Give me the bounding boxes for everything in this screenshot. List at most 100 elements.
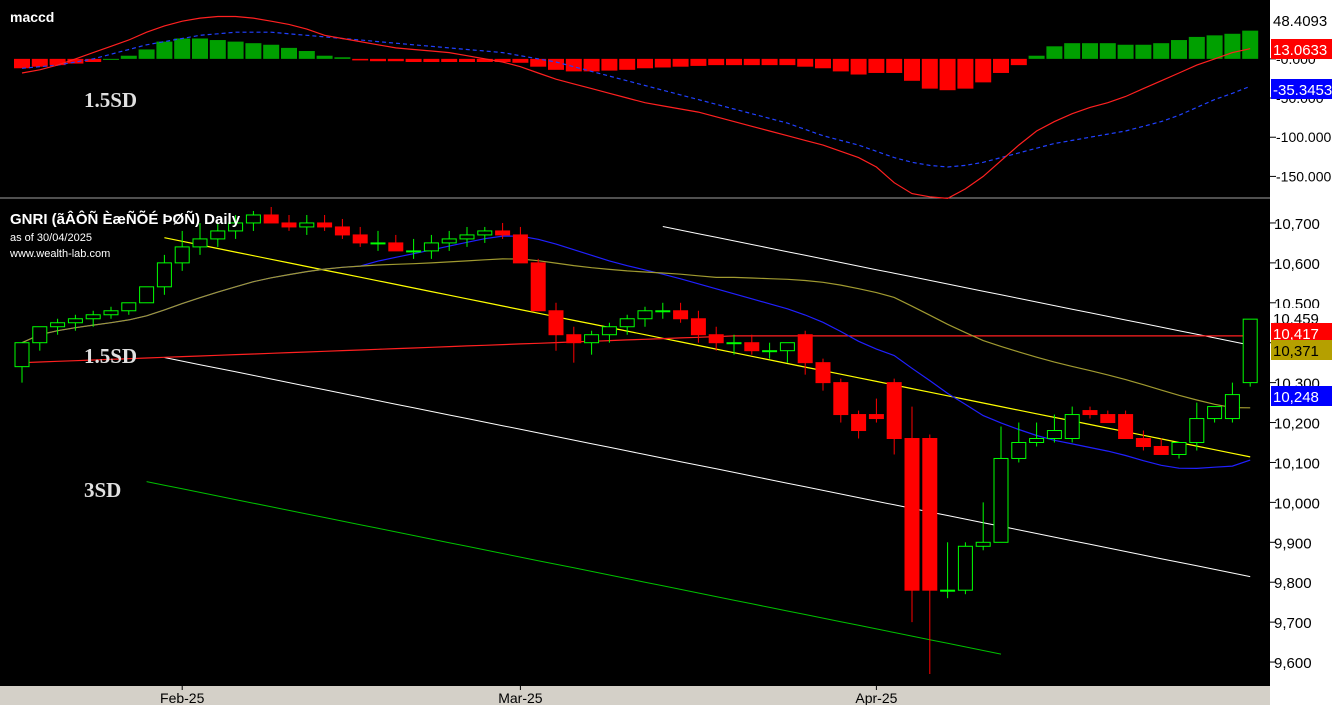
price-value-badge: 10,371 [1271,340,1332,360]
candle-body [1224,394,1240,420]
x-tick-label: Feb-25 [160,690,205,705]
macd-histogram-bar [156,41,173,59]
candle-body [601,326,617,336]
macd-histogram-bar [1206,35,1223,59]
macd-histogram-bar [387,58,404,62]
candle-body [245,214,261,224]
macd-histogram-bar [281,47,297,59]
candle-body [548,310,564,336]
as-of-label: as of 30/04/2025 [10,232,92,244]
candle-body [263,214,279,224]
macd-histogram-bar [352,58,369,61]
candle-body [922,438,938,591]
macd-histogram-bar [174,38,191,59]
macd-histogram-bar [565,58,582,72]
candle-body [1064,414,1080,440]
macd-sd-label: 1.5SD [84,88,137,112]
macd-histogram-bar [619,58,636,70]
candle-body [317,222,333,228]
candle [1118,410,1134,440]
candle-body [886,382,902,440]
candle-body [1207,406,1223,420]
macd-value-badge-text: -35.3453 [1273,82,1332,99]
candle [1242,318,1258,387]
candle-body [1046,430,1062,440]
price-value-badge-text: 10,248 [1273,389,1319,406]
macd-histogram-bar [1188,36,1205,59]
macd-histogram-bar [761,58,778,66]
price-y-tick-label: 9,800 [1274,575,1312,592]
macd-histogram-bar [1010,58,1027,66]
macd-histogram-bar [120,55,137,59]
candle-body [584,334,600,344]
candle-body [833,382,849,416]
candle-body [637,310,653,320]
macd-value-badge: 13.0633 [1271,39,1332,59]
macd-histogram-bar [459,58,475,62]
price-y-tick-label: 10,600 [1274,256,1320,273]
candle-body [103,310,119,316]
macd-value-badge-text: 13.0633 [1273,42,1327,59]
macd-title: maccd [10,9,54,25]
macd-histogram-bar [441,58,458,62]
macd-histogram-bar [743,58,760,66]
price-y-tick-label: 10,700 [1274,216,1320,233]
candle-body [121,302,137,312]
candle-body [1171,442,1187,455]
macd-histogram-bar [370,58,386,62]
candle-body [708,334,724,344]
macd-histogram-bar [298,51,315,59]
candle-body [370,242,386,245]
macd-histogram-bar [512,58,529,63]
macd-histogram-bar [138,49,155,59]
macd-histogram-bar [1099,43,1116,59]
macd-histogram-bar [31,58,48,67]
macd-y-tick-label: -150.000 [1276,168,1331,184]
candle-body [50,322,66,328]
macd-histogram-bar [815,58,831,69]
candle-body [797,334,813,364]
macd-histogram-bar [886,58,903,73]
candle-body [530,262,546,312]
macd-histogram-bar [690,58,707,66]
candle-body [156,262,172,288]
macd-value-badge: 48.4093 [1271,10,1332,30]
candle-body [299,222,315,228]
candle-body [851,414,867,432]
macd-histogram-bar [726,58,742,66]
macd-histogram-bar [1117,44,1134,59]
price-y-tick-label: 9,700 [1274,615,1312,632]
candle-body [779,342,795,352]
macd-histogram-bar [1153,43,1170,59]
price-value-badge: 10,248 [1271,386,1332,406]
price-y-tick-label: 10,000 [1274,495,1320,512]
candle-body [495,230,511,236]
candle-body [192,238,208,248]
candle-body [1011,442,1027,459]
site-label: www.wealth-lab.com [9,248,110,260]
macd-histogram-bar [797,58,814,67]
price-value-badge-text: 10,371 [1273,343,1319,360]
macd-y-tick-label: -100.000 [1276,129,1331,145]
macd-histogram-bar [1242,30,1259,59]
candle-body [210,230,226,240]
candle-body [1242,318,1258,384]
price-y-tick-label: 10,200 [1274,416,1320,433]
candle-body [744,342,760,352]
candle-body [993,457,1009,543]
price-y-tick-label: 9,600 [1274,655,1312,672]
candle-body [334,226,350,236]
macd-histogram-bar [14,58,30,69]
macd-value-badge-text: 48.4093 [1273,13,1327,30]
macd-histogram-bar [209,40,226,59]
macd-histogram-bar [904,58,920,81]
macd-histogram-bar [672,58,689,67]
candle-body [815,362,831,384]
macd-histogram-bar [654,58,671,68]
candle-body [512,234,528,264]
macd-histogram-bar [227,41,244,59]
candle-body [957,545,973,591]
macd-histogram-bar [779,58,796,66]
macd-histogram-bar [263,44,280,59]
macd-histogram-bar [637,58,653,69]
